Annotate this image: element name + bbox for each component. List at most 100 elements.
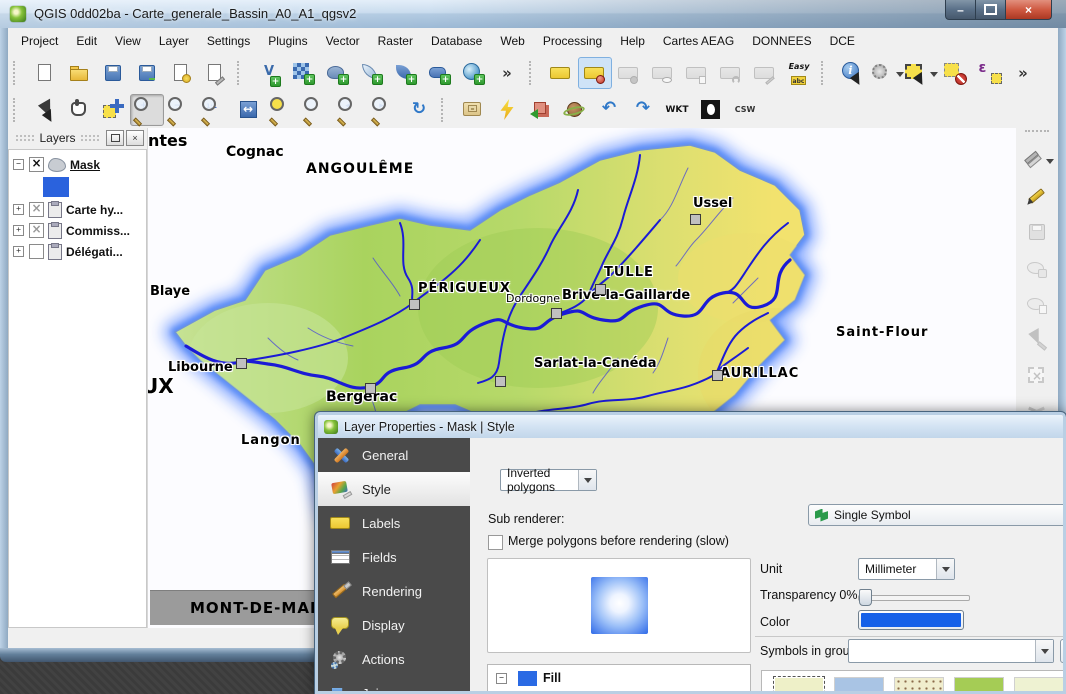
zoom-to-layer-button[interactable] — [300, 94, 334, 126]
symbol-tree-root-row[interactable]: − Fill — [488, 665, 750, 691]
menu-raster[interactable]: Raster — [369, 29, 422, 53]
chevron-down-icon[interactable] — [1035, 640, 1053, 662]
layer-checkbox[interactable]: × — [29, 157, 44, 172]
tab-rendering[interactable]: Rendering — [318, 574, 470, 608]
symbols-group-combo[interactable] — [848, 639, 1054, 663]
chevron-down-icon[interactable] — [936, 559, 954, 579]
archive-tool-button[interactable] — [456, 94, 490, 126]
add-raster-layer-button[interactable] — [286, 57, 320, 89]
renderer-type-combo[interactable]: Inverted polygons — [500, 469, 597, 491]
menu-plugins[interactable]: Plugins — [259, 29, 316, 53]
label-visibility-button[interactable]: abc — [646, 57, 680, 89]
menu-cartes-aeag[interactable]: Cartes AEAG — [654, 29, 743, 53]
select-features-button[interactable] — [904, 57, 938, 89]
style-swatch-3[interactable] — [894, 677, 944, 691]
zoom-in-button[interactable]: + — [130, 94, 164, 126]
open-project-button[interactable] — [62, 57, 96, 89]
menu-vector[interactable]: Vector — [317, 29, 369, 53]
wkt-tool-button[interactable]: WKT — [660, 94, 694, 126]
identify-features-button[interactable] — [836, 57, 870, 89]
save-project-button[interactable] — [96, 57, 130, 89]
composer-manager-button[interactable] — [198, 57, 232, 89]
menu-view[interactable]: View — [106, 29, 150, 53]
refresh-map-button[interactable]: ↻ — [402, 94, 436, 126]
menu-donnees[interactable]: DONNEES — [743, 29, 820, 53]
symbol-type-button[interactable]: Single Symbol — [808, 504, 1063, 526]
maximize-button[interactable] — [975, 0, 1006, 20]
zoom-full-button[interactable] — [232, 94, 266, 126]
tree-expander[interactable]: + — [13, 246, 24, 257]
label-move-button[interactable]: abc — [680, 57, 714, 89]
merge-polygons-checkbox[interactable] — [488, 535, 503, 550]
toolbar-overflow-2-button[interactable]: » — [1006, 57, 1040, 89]
save-project-as-button[interactable] — [130, 57, 164, 89]
style-swatch-5[interactable] — [1014, 677, 1063, 691]
menu-dce[interactable]: DCE — [821, 29, 864, 53]
layer-color-swatch[interactable] — [43, 177, 69, 197]
add-spatialite-layer-button[interactable] — [354, 57, 388, 89]
pan-to-selection-button[interactable] — [96, 94, 130, 126]
copy-layers-button[interactable] — [524, 94, 558, 126]
move-feature-button[interactable] — [1021, 286, 1053, 322]
chevron-down-icon[interactable] — [896, 72, 904, 81]
toolbar-overflow-button[interactable]: » — [490, 57, 524, 89]
menu-processing[interactable]: Processing — [534, 29, 611, 53]
africa-plugin-button[interactable] — [694, 94, 728, 126]
zoom-to-selection-button[interactable] — [266, 94, 300, 126]
layer-item-carte-hy-[interactable]: +×Carte hy... — [9, 199, 146, 220]
panel-close-button[interactable]: × — [126, 130, 144, 146]
zoom-native-button[interactable]: 1:1 — [198, 94, 232, 126]
style-swatch-2[interactable] — [834, 677, 884, 691]
open-library-button[interactable]: Ope — [1060, 639, 1063, 663]
chevron-down-icon[interactable] — [930, 72, 938, 81]
run-feature-action-button[interactable] — [870, 57, 904, 89]
map-tips-button[interactable] — [28, 94, 62, 126]
layer-labeling-button[interactable]: abc — [544, 57, 578, 89]
deselect-features-button[interactable] — [938, 57, 972, 89]
style-swatch-1[interactable] — [774, 677, 824, 691]
tree-expander[interactable]: − — [13, 159, 24, 170]
layer-item-commiss-[interactable]: +×Commiss... — [9, 220, 146, 241]
zoom-last-button[interactable]: ◂ — [334, 94, 368, 126]
close-button[interactable]: × — [1005, 0, 1052, 20]
layer-checkbox[interactable]: × — [29, 202, 44, 217]
tab-labels[interactable]: abcLabels — [318, 506, 470, 540]
tab-fields[interactable]: Fields — [318, 540, 470, 574]
label-rotate-button[interactable]: abc — [714, 57, 748, 89]
label-properties-button[interactable]: abc — [748, 57, 782, 89]
chevron-down-icon[interactable] — [578, 470, 596, 490]
new-print-composer-button[interactable] — [164, 57, 198, 89]
zoom-out-button[interactable]: − — [164, 94, 198, 126]
current-edits-button[interactable] — [1021, 142, 1053, 178]
undo-button[interactable]: ↶ — [592, 94, 626, 126]
tab-actions[interactable]: Actions — [318, 642, 470, 676]
tab-style[interactable]: Style — [318, 472, 470, 506]
minimize-button[interactable]: – — [945, 0, 976, 20]
delete-selected-button[interactable]: × — [1021, 358, 1053, 394]
label-hold-button[interactable]: ab — [612, 57, 646, 89]
menu-help[interactable]: Help — [611, 29, 654, 53]
chevron-down-icon[interactable] — [1046, 159, 1054, 168]
tree-expander[interactable]: − — [496, 673, 507, 684]
layer-checkbox[interactable] — [29, 244, 44, 259]
label-pin-button[interactable]: ab — [578, 57, 612, 89]
redo-button[interactable]: ↷ — [626, 94, 660, 126]
menu-web[interactable]: Web — [491, 29, 533, 53]
layer-checkbox[interactable]: × — [29, 223, 44, 238]
tree-expander[interactable]: + — [13, 225, 24, 236]
quick-run-button[interactable] — [490, 94, 524, 126]
select-by-expression-button[interactable]: ε — [972, 57, 1006, 89]
tab-general[interactable]: General — [318, 438, 470, 472]
color-button[interactable] — [858, 610, 964, 630]
zoom-next-button[interactable]: ▸ — [368, 94, 402, 126]
node-tool-button[interactable] — [1021, 322, 1053, 358]
menu-settings[interactable]: Settings — [198, 29, 259, 53]
add-feature-button[interactable] — [1021, 250, 1053, 286]
menu-project[interactable]: Project — [12, 29, 67, 53]
menu-layer[interactable]: Layer — [150, 29, 198, 53]
csw-catalog-button[interactable]: CSW — [728, 94, 762, 126]
tab-display[interactable]: Display — [318, 608, 470, 642]
add-wms-layer-button[interactable] — [456, 57, 490, 89]
add-postgis-layer-button[interactable] — [320, 57, 354, 89]
pan-map-button[interactable] — [62, 94, 96, 126]
